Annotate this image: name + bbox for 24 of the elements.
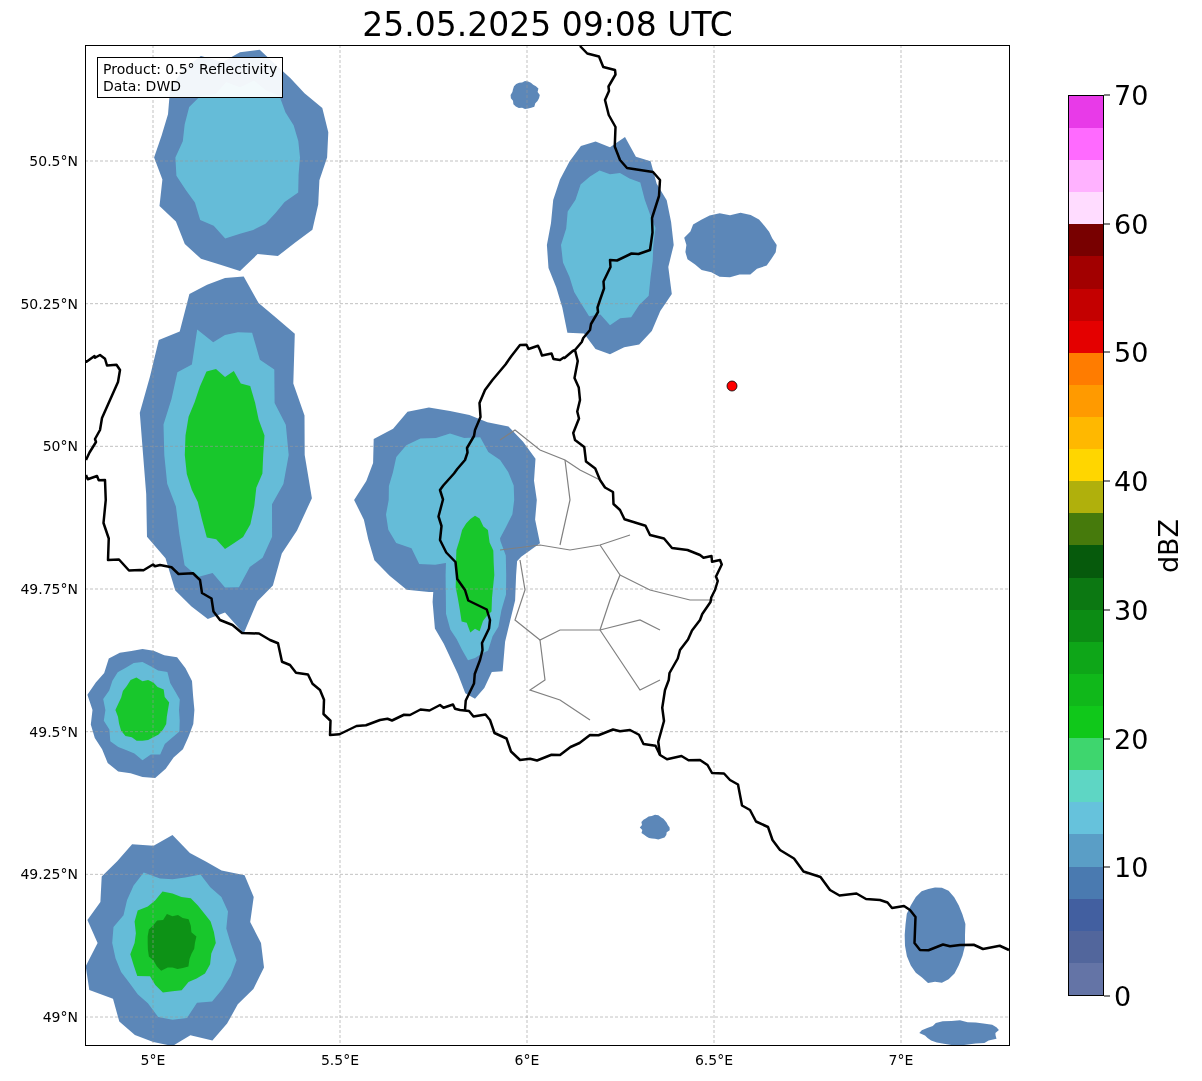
y-tick-label: 50.5°N (29, 153, 78, 169)
colorbar-tick-label: 0 (1114, 980, 1132, 1012)
y-tick-label: 50.25°N (20, 295, 78, 312)
colorbar-tick-label: 60 (1114, 208, 1149, 240)
x-tick-label: 6.5°E (694, 1052, 734, 1068)
y-tick-label: 49.25°N (20, 866, 78, 883)
x-tick-label: 6°E (514, 1052, 540, 1068)
y-tick-label: 49.75°N (20, 581, 78, 597)
x-tick-label: 5°E (140, 1052, 166, 1068)
chart-title: 25.05.2025 09:08 UTC (361, 4, 734, 45)
colorbar-tick-label: 50 (1114, 336, 1149, 368)
colorbar-label: dBZ (1152, 518, 1184, 573)
info-text: Data: DWD (103, 78, 182, 95)
x-tick-label: 5.5°E (320, 1052, 360, 1068)
colorbar-tick-label: 30 (1114, 594, 1149, 626)
colorbar-tick-label: 10 (1114, 851, 1149, 883)
y-tick-label: 49°N (42, 1009, 78, 1025)
info-text: Product: 0.5° Reflectivity (103, 61, 278, 78)
colorbar-tick-label: 20 (1114, 723, 1149, 755)
x-tick-label: 7°E (888, 1052, 914, 1068)
y-tick-label: 49.5°N (29, 723, 78, 740)
colorbar-tick-label: 70 (1114, 79, 1149, 111)
y-tick-label: 50°N (42, 438, 78, 455)
colorbar-tick-label: 40 (1114, 465, 1149, 497)
